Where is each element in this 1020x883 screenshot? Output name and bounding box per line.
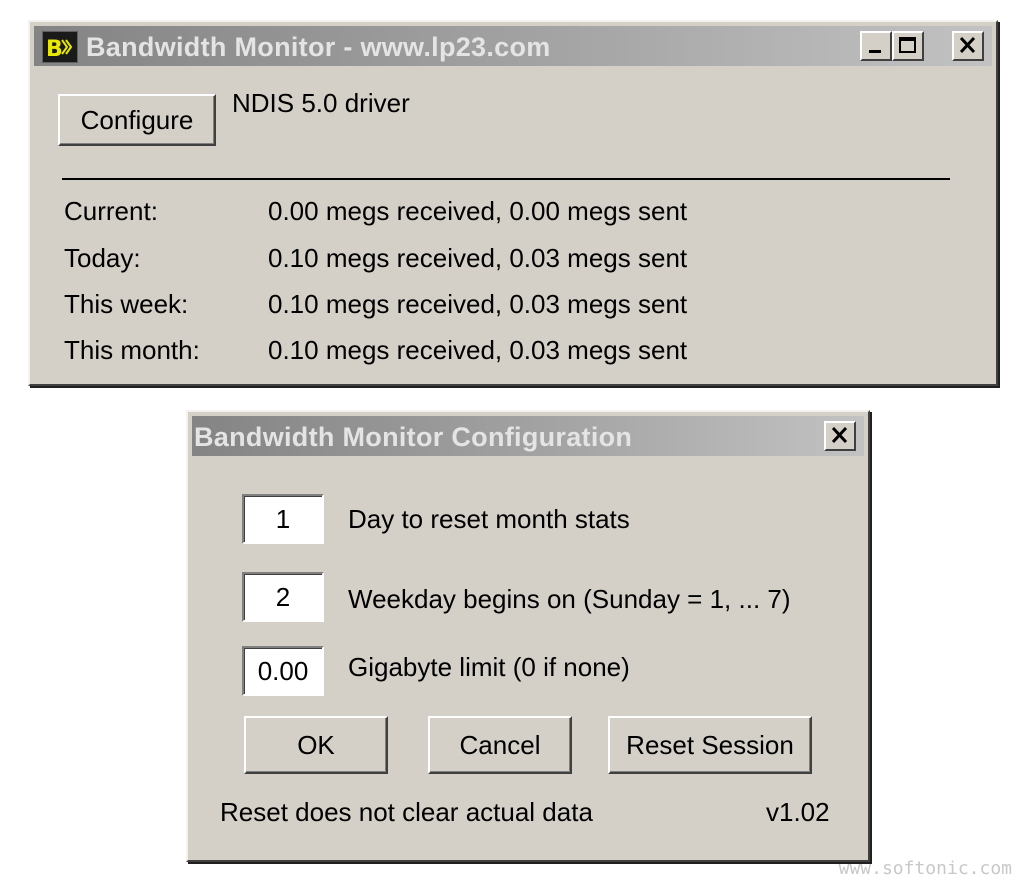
main-title-bar[interactable]: B Bandwidth Monitor - www.lp23.com [34, 26, 992, 66]
separator-line [62, 178, 950, 180]
reset-day-field[interactable] [242, 494, 324, 544]
gigabyte-limit-field[interactable] [242, 646, 324, 696]
main-window-title: Bandwidth Monitor - www.lp23.com [86, 32, 551, 62]
configure-button[interactable]: Configure [58, 94, 216, 146]
close-icon [831, 426, 848, 444]
maximize-icon [899, 37, 916, 53]
app-icon: B [42, 31, 78, 63]
stat-label-week: This week: [64, 289, 189, 319]
stat-label-today: Today: [64, 243, 141, 273]
minimize-icon [869, 50, 881, 53]
configuration-dialog: Bandwidth Monitor Configuration Day to r… [186, 410, 870, 862]
reset-day-label: Day to reset month stats [348, 504, 630, 534]
config-close-button[interactable] [824, 421, 856, 451]
bandwidth-monitor-window: B Bandwidth Monitor - www.lp23.com Confi… [28, 20, 998, 386]
config-title-bar[interactable]: Bandwidth Monitor Configuration [192, 416, 864, 456]
reset-session-button[interactable]: Reset Session [608, 716, 812, 774]
stat-label-month: This month: [64, 335, 200, 365]
svg-text:B: B [46, 37, 63, 62]
weekday-begin-label: Weekday begins on (Sunday = 1, ... 7) [348, 584, 791, 614]
gigabyte-limit-label: Gigabyte limit (0 if none) [348, 652, 630, 682]
maximize-button[interactable] [892, 31, 924, 61]
version-label: v1.02 [766, 797, 830, 827]
driver-label: NDIS 5.0 driver [232, 88, 410, 118]
minimize-button[interactable] [860, 31, 892, 61]
close-icon [959, 36, 976, 54]
stat-label-current: Current: [64, 196, 158, 226]
cancel-button[interactable]: Cancel [428, 716, 572, 774]
stat-value-current: 0.00 megs received, 0.00 megs sent [268, 196, 688, 226]
ok-button[interactable]: OK [244, 716, 388, 774]
close-button[interactable] [952, 31, 984, 61]
config-dialog-title: Bandwidth Monitor Configuration [194, 422, 633, 452]
weekday-begin-field[interactable] [242, 572, 324, 622]
reset-note: Reset does not clear actual data [220, 797, 593, 827]
stat-value-month: 0.10 megs received, 0.03 megs sent [268, 335, 688, 365]
stat-value-week: 0.10 megs received, 0.03 megs sent [268, 289, 688, 319]
stat-value-today: 0.10 megs received, 0.03 megs sent [268, 243, 688, 273]
watermark: www.softonic.com [838, 858, 1012, 879]
